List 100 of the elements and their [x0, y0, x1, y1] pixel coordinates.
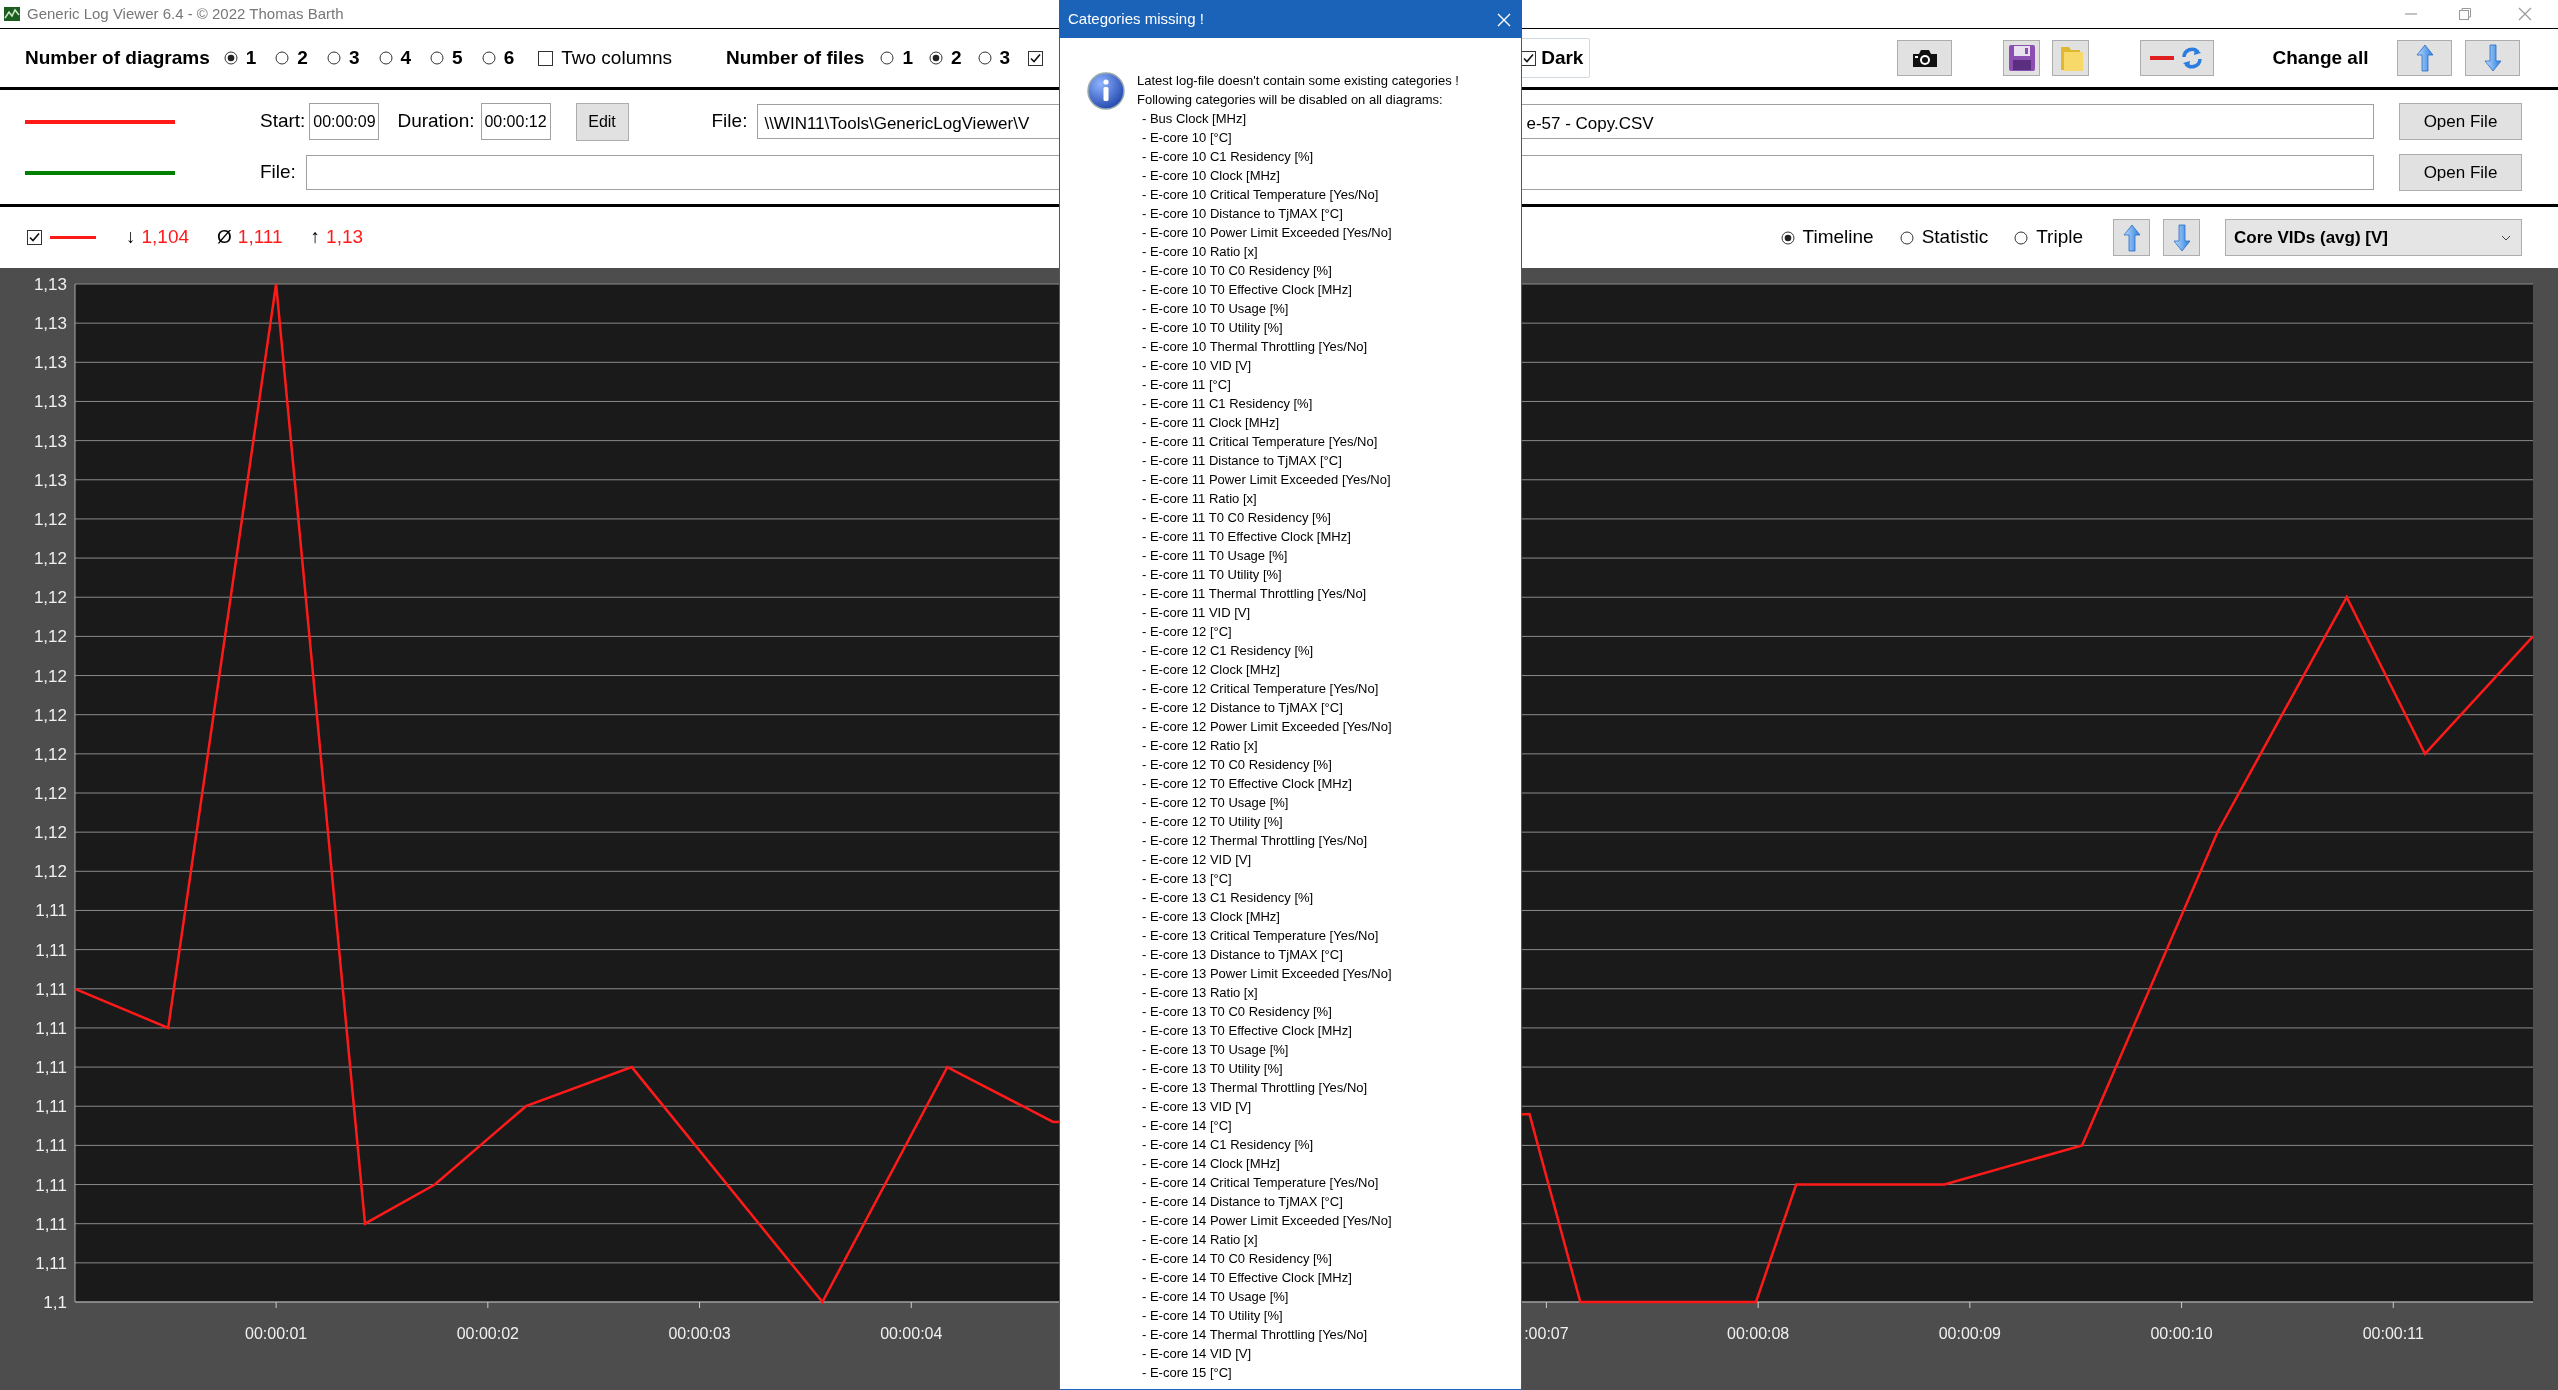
category-item: - E-core 12 VID [V]	[1141, 851, 1253, 869]
category-item: - E-core 10 C1 Residency [%]	[1141, 148, 1315, 166]
x-tick-label: 00:00:02	[456, 1325, 519, 1342]
radio-button[interactable]	[223, 51, 238, 65]
arrow-down-icon	[2484, 44, 2502, 72]
radio-button[interactable]	[977, 51, 992, 65]
category-item: - E-core 11 T0 Utility [%]	[1141, 566, 1283, 584]
checkbox[interactable]	[27, 230, 42, 245]
y-tick-label: 1,11	[35, 1018, 67, 1038]
radio-button[interactable]	[378, 51, 393, 65]
category-item: - E-core 13 VID [V]	[1141, 1098, 1253, 1116]
window-title: Generic Log Viewer 6.4 - © 2022 Thomas Barth	[27, 3, 344, 24]
close-icon[interactable]	[2518, 7, 2532, 21]
radio-label[interactable]: 1	[245, 43, 257, 73]
category-item: - E-core 13 T0 Effective Clock [MHz]	[1141, 1022, 1353, 1040]
checkbox[interactable]	[1028, 50, 1044, 66]
swap-color-button[interactable]	[2140, 40, 2215, 76]
radio-button[interactable]	[880, 51, 895, 65]
y-tick-label: 1,12	[33, 862, 67, 882]
arrow-up-icon	[2122, 223, 2141, 252]
x-tick-label: 00:00:10	[2150, 1325, 2213, 1342]
save-button[interactable]	[2003, 40, 2041, 76]
radio-button[interactable]	[326, 51, 341, 65]
y-tick-label: 1,13	[33, 353, 67, 373]
start-time-field[interactable]: 00:00:09	[309, 103, 380, 140]
duration-field[interactable]: 00:00:12	[480, 103, 551, 140]
category-item: - E-core 13 Ratio [x]	[1141, 984, 1259, 1002]
category-item: - E-core 13 Thermal Throttling [Yes/No]	[1141, 1079, 1369, 1097]
category-item: - E-core 11 T0 Effective Clock [MHz]	[1141, 528, 1352, 546]
category-item: - E-core 12 Distance to TjMAX [°C]	[1141, 699, 1344, 717]
screenshot-button[interactable]	[1897, 40, 1953, 76]
x-tick-label: 00:00:03	[668, 1325, 731, 1342]
camera-icon	[1910, 47, 1939, 69]
y-tick-label: 1,12	[33, 509, 67, 529]
radio-button[interactable]	[2014, 230, 2029, 245]
category-item: - E-core 11 [°C]	[1141, 376, 1232, 394]
radio-button[interactable]	[275, 51, 290, 65]
restore-icon[interactable]	[2458, 7, 2472, 21]
radio-label[interactable]: 2	[951, 43, 962, 73]
category-item: - E-core 12 C1 Residency [%]	[1141, 642, 1315, 660]
radio-label[interactable]: 2	[297, 43, 308, 73]
move-down-button[interactable]	[2163, 219, 2200, 256]
category-item: - E-core 11 VID [V]	[1141, 604, 1252, 622]
category-item: - E-core 12 T0 Effective Clock [MHz]	[1141, 775, 1353, 793]
radio-button[interactable]	[1899, 230, 1914, 245]
open-file-button[interactable]: Open File	[2399, 103, 2522, 140]
category-item: - E-core 11 Power Limit Exceeded [Yes/No]	[1141, 471, 1392, 489]
move-up-button[interactable]	[2113, 219, 2150, 256]
category-item: - E-core 10 Critical Temperature [Yes/No]	[1141, 186, 1380, 204]
radio-label[interactable]: Triple	[2036, 223, 2083, 252]
y-tick-label: 1,12	[33, 549, 67, 569]
category-item: - E-core 11 C1 Residency [%]	[1141, 395, 1314, 413]
category-item: - E-core 10 T0 C0 Residency [%]	[1141, 262, 1333, 280]
category-item: - E-core 11 T0 C0 Residency [%]	[1141, 509, 1332, 527]
radio-label[interactable]: Statistic	[1921, 223, 1989, 252]
radio-label[interactable]: 4	[400, 43, 412, 73]
category-item: - E-core 10 T0 Effective Clock [MHz]	[1141, 281, 1353, 299]
category-item: - E-core 14 Distance to TjMAX [°C]	[1141, 1193, 1344, 1211]
category-item: - Bus Clock [MHz]	[1141, 110, 1247, 128]
dialog-message: Latest log-file doesn't contain some existing categories !	[1137, 72, 1459, 90]
category-item: - E-core 10 Clock [MHz]	[1141, 167, 1281, 185]
category-dropdown[interactable]: Core VIDs (avg) [V]	[2225, 219, 2522, 256]
category-item: - E-core 12 T0 C0 Residency [%]	[1141, 756, 1333, 774]
toolbar-label: Change all	[2272, 45, 2369, 70]
toolbar-label: Number of files	[726, 45, 865, 70]
checkbox[interactable]	[538, 50, 554, 66]
radio-label[interactable]: 5	[452, 43, 463, 73]
radio-button[interactable]	[481, 51, 496, 65]
category-item: - E-core 14 C1 Residency [%]	[1141, 1136, 1315, 1154]
category-item: - E-core 15 [°C]	[1141, 1364, 1233, 1382]
refresh-icon	[2180, 46, 2205, 70]
radio-button[interactable]	[929, 51, 943, 65]
category-item: - E-core 12 T0 Utility [%]	[1141, 813, 1284, 831]
dialog-title: Categories missing !	[1068, 9, 1204, 30]
category-item: - E-core 11 T0 Usage [%]	[1141, 547, 1289, 565]
radio-button[interactable]	[1780, 230, 1795, 245]
radio-label[interactable]: 6	[503, 43, 515, 73]
field-label: Duration:	[397, 109, 475, 134]
open-file-button[interactable]: Open File	[2399, 154, 2522, 191]
field-label: File:	[711, 109, 748, 134]
category-item: - E-core 14 T0 Effective Clock [MHz]	[1141, 1269, 1353, 1287]
category-item: - E-core 10 Distance to TjMAX [°C]	[1141, 205, 1344, 223]
radio-button[interactable]	[430, 51, 445, 65]
radio-label[interactable]: Timeline	[1802, 223, 1874, 252]
radio-label[interactable]: 3	[348, 43, 360, 73]
radio-label[interactable]: 3	[999, 43, 1011, 73]
radio-label[interactable]: 1	[902, 43, 913, 73]
x-tick-label: 00:00:11	[2362, 1325, 2424, 1342]
checkbox-label[interactable]: Two columns	[561, 43, 673, 73]
edit-button[interactable]: Edit	[575, 102, 629, 141]
x-tick-label: 00:00:08	[1727, 1325, 1790, 1342]
y-tick-label: 1,11	[35, 979, 67, 999]
category-item: - E-core 14 Power Limit Exceeded [Yes/No]	[1141, 1212, 1393, 1230]
y-tick-label: 1,12	[33, 823, 67, 843]
category-item: - E-core 13 T0 C0 Residency [%]	[1141, 1003, 1333, 1021]
category-item: - E-core 14 VID [V]	[1141, 1345, 1253, 1363]
category-item: - E-core 13 Distance to TjMAX [°C]	[1141, 946, 1344, 964]
y-tick-label: 1,11	[35, 1136, 67, 1156]
stat-symbol: ↓	[126, 225, 136, 250]
category-item: - E-core 14 Ratio [x]	[1141, 1231, 1259, 1249]
